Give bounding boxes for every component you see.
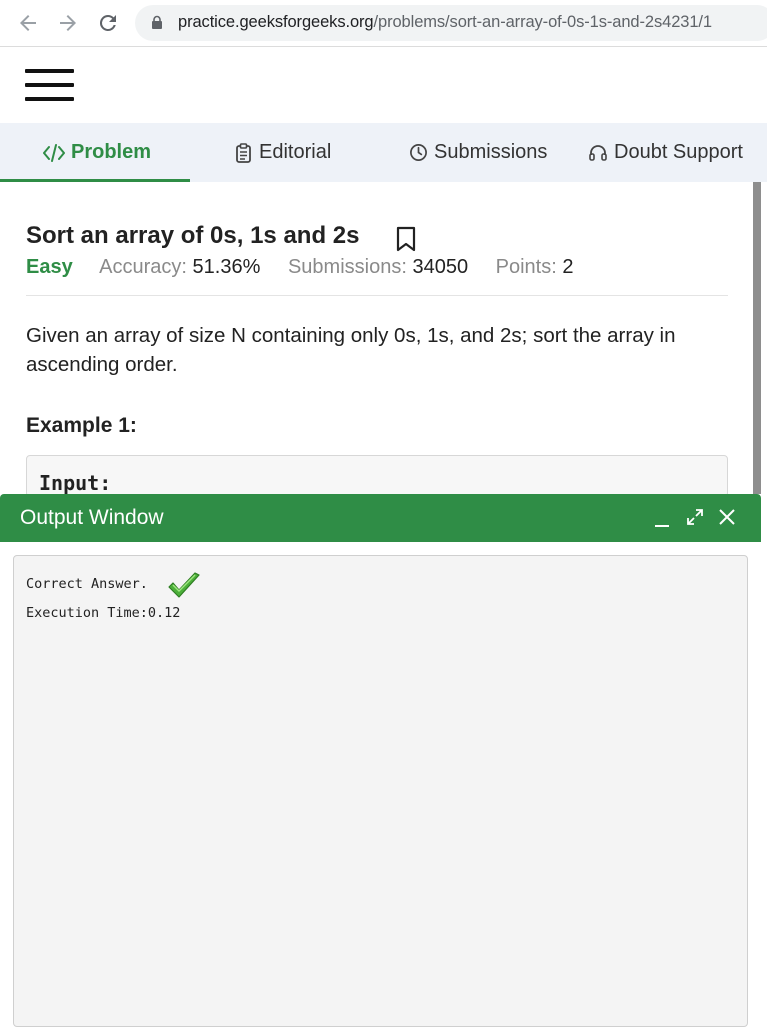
back-button[interactable]	[16, 11, 40, 35]
tab-doubt-support[interactable]: Doubt Support	[588, 123, 743, 182]
accuracy-value: 51.36%	[192, 256, 261, 278]
tab-label: Doubt Support	[614, 141, 743, 163]
accuracy-label: Accuracy:	[99, 256, 187, 278]
submissions-value: 34050	[412, 256, 469, 278]
arrow-left-icon	[20, 15, 36, 31]
headset-icon	[588, 143, 608, 163]
url-host: practice.geeksforgeeks.org	[178, 13, 374, 31]
example-input-label: Input:	[39, 471, 112, 495]
divider	[26, 295, 728, 296]
forward-button[interactable]	[56, 11, 80, 35]
points-label: Points:	[495, 256, 557, 278]
close-icon[interactable]	[717, 507, 737, 527]
hamburger-menu-icon[interactable]	[25, 69, 74, 101]
points-value: 2	[562, 256, 574, 278]
maximize-icon[interactable]	[685, 507, 705, 527]
example-box: Input:	[26, 455, 728, 497]
reload-icon	[99, 14, 116, 31]
active-tab-indicator	[0, 179, 190, 182]
tab-submissions[interactable]: Submissions	[409, 123, 547, 182]
scrollbar-thumb[interactable]	[753, 182, 761, 494]
browser-toolbar: practice.geeksforgeeks.org/problems/sort…	[0, 0, 767, 47]
problem-tabs: Problem Editorial Submissions Doubt Supp…	[0, 123, 767, 182]
submissions-label: Submissions:	[287, 256, 407, 278]
problem-title: Sort an array of 0s, 1s and 2s	[26, 222, 360, 249]
bookmark-icon[interactable]	[396, 226, 416, 252]
lock-icon	[152, 15, 162, 29]
difficulty-badge: Easy	[26, 256, 73, 278]
result-text: Correct Answer.	[26, 576, 148, 592]
example-title: Example 1:	[26, 414, 137, 437]
tab-label: Problem	[71, 141, 152, 163]
clock-icon	[409, 143, 428, 162]
output-window-title: Output Window	[20, 506, 164, 529]
url-text: practice.geeksforgeeks.org/problems/sort…	[178, 13, 712, 32]
document-icon	[235, 142, 253, 163]
url-path: /problems/sort-an-array-of-0s-1s-and-2s4…	[373, 13, 713, 31]
code-icon	[43, 143, 65, 163]
tab-problem[interactable]: Problem	[43, 123, 151, 182]
site-header	[0, 47, 767, 122]
minimize-icon[interactable]	[653, 507, 671, 529]
output-window-header: Output Window	[0, 494, 761, 542]
reload-button[interactable]	[96, 11, 120, 35]
problem-meta: Easy Accuracy: 51.36% Submissions: 34050…	[26, 256, 595, 279]
arrow-right-icon	[60, 15, 76, 31]
tab-label: Submissions	[434, 141, 548, 163]
checkmark-icon	[168, 572, 200, 598]
problem-description: Given an array of size N containing only…	[26, 324, 676, 376]
tab-editorial[interactable]: Editorial	[235, 123, 331, 182]
execution-time-text: Execution Time:0.12	[26, 605, 181, 621]
address-bar[interactable]: practice.geeksforgeeks.org/problems/sort…	[135, 5, 767, 41]
output-console: Correct Answer. Execution Time:0.12	[13, 555, 748, 1027]
tab-label: Editorial	[259, 141, 332, 163]
